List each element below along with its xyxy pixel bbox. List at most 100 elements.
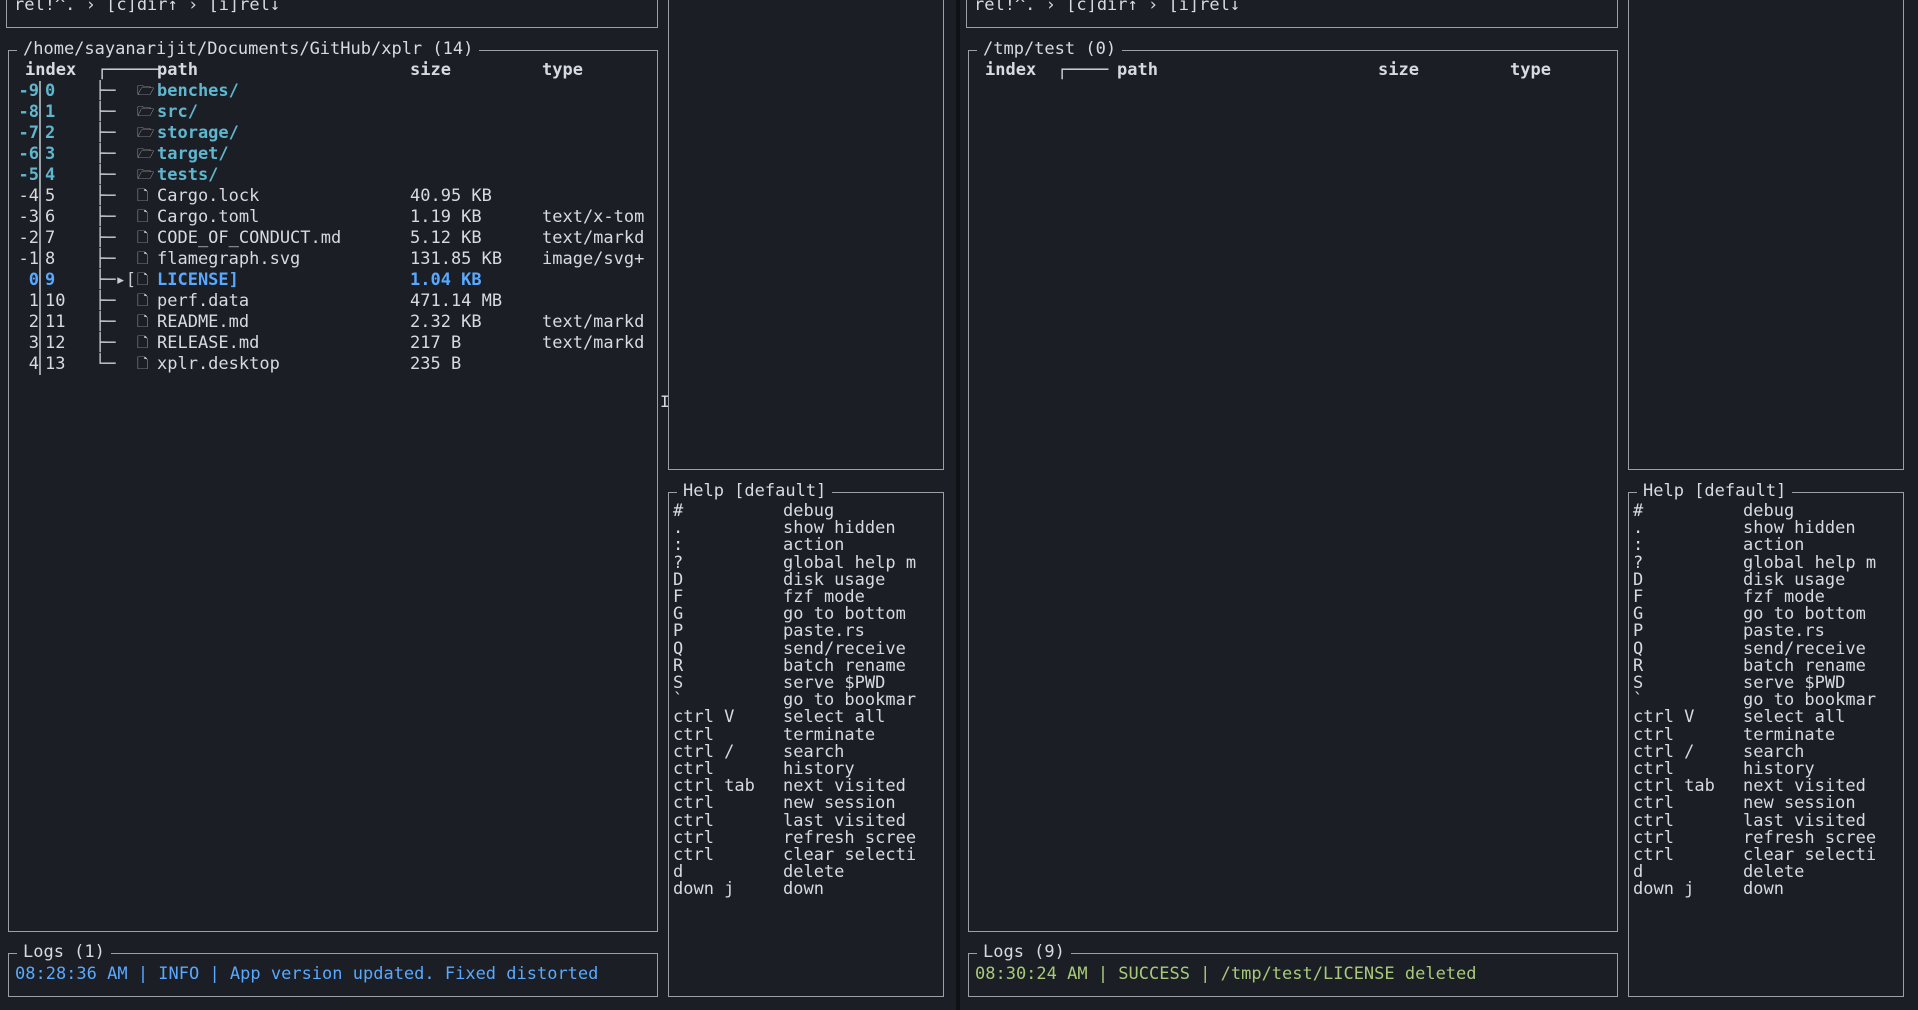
col-type: type [1510, 60, 1551, 80]
row-path: perf.data [157, 291, 250, 311]
log-line: 08:30:24 AM | SUCCESS | /tmp/test/LICENS… [975, 964, 1477, 984]
row-tree-branch: ├─ [95, 102, 116, 122]
table-title: /home/sayanarijit/Documents/GitHub/xplr … [17, 39, 480, 60]
index-separator [39, 102, 41, 123]
row-tree-branch: ├─ [95, 186, 116, 206]
index-separator [39, 270, 41, 291]
file-icon: 🗋 [137, 230, 149, 246]
file-icon: 🗋 [137, 356, 149, 372]
left-pane: rel!^. › [c]dir↑ › [i]rel↓ /home/sayanar… [0, 0, 958, 1010]
row-path: storage/ [157, 123, 239, 143]
help-box: Help [default] # debug. show hidden: action… [668, 481, 944, 997]
row-rel-index: -1 [18, 249, 39, 269]
row-rel-index: 2 [28, 312, 39, 332]
table-row[interactable]: -4 5 ├─ 🗋 Cargo.lock 40.95 KB [7, 186, 647, 207]
row-tree-branch: ├─ [95, 123, 116, 143]
file-icon: 🗋 [137, 272, 149, 288]
table-row[interactable]: -9 0 ├─ 🗁 benches/ [7, 81, 647, 102]
index-separator [39, 186, 41, 207]
row-index: 3 [45, 144, 56, 164]
table-row[interactable]: 4 13 └─ 🗋 xplr.desktop 235 B [7, 354, 647, 375]
file-list: -9 0 ├─ 🗁 benches/-8 1 ├─ 🗁 src/-7 2 ├─ 🗁 storage/-6… [7, 81, 655, 921]
col-size: size [410, 60, 451, 80]
row-rel-index: -2 [18, 228, 39, 248]
index-separator [39, 312, 41, 333]
breadcrumb-box: rel!^. › [c]dir↑ › [i]rel↓ [6, 0, 658, 28]
row-type: text/markd [542, 333, 645, 353]
col-size: size [1378, 60, 1419, 80]
row-type: text/markd [542, 228, 645, 248]
row-index: 9 [45, 270, 56, 290]
row-type: text/x-tom [542, 207, 645, 227]
row-size: 471.14 MB [410, 291, 503, 311]
row-rel-index: 4 [28, 354, 39, 374]
folder-icon: 🗁 [137, 83, 155, 99]
row-size: 2.32 KB [410, 312, 482, 332]
row-tree-branch: ├─ [95, 228, 116, 248]
folder-icon: 🗁 [137, 146, 155, 162]
index-separator [39, 123, 41, 144]
row-path: CODE_OF_CONDUCT.md [157, 228, 342, 248]
row-index: 10 [45, 291, 66, 311]
row-path: Cargo.lock [157, 186, 260, 206]
file-table: /home/sayanarijit/Documents/GitHub/xplr … [7, 39, 658, 932]
index-separator [39, 291, 41, 312]
index-separator [39, 144, 41, 165]
row-type: text/markd [542, 312, 645, 332]
row-tree-branch: ├─ [95, 81, 116, 101]
index-separator [39, 81, 41, 102]
row-index: 1 [45, 102, 56, 122]
row-index: 5 [45, 186, 56, 206]
row-index: 7 [45, 228, 56, 248]
help-title: Help [default] [677, 481, 833, 502]
help-key: down j [673, 879, 735, 900]
row-index: 12 [45, 333, 66, 353]
row-tree-branch: ├─ [95, 165, 116, 185]
row-path: Cargo.toml [157, 207, 260, 227]
text-cursor-icon: I [660, 392, 670, 411]
help-action: down [783, 879, 824, 900]
row-rel-index: -7 [18, 123, 39, 143]
table-row[interactable]: -3 6 ├─ 🗋 Cargo.toml 1.19 KB text/x-tom [7, 207, 647, 228]
table-row-selected[interactable]: 0 9 ├─▸[🗋 LICENSE] 1.04 KB [7, 270, 647, 291]
table-row[interactable]: -8 1 ├─ 🗁 src/ [7, 102, 647, 123]
row-index: 6 [45, 207, 56, 227]
help-item: down j down [1633, 879, 1903, 900]
table-row[interactable]: -6 3 ├─ 🗁 target/ [7, 144, 647, 165]
col-type: type [542, 60, 583, 80]
table-row[interactable]: 1 10 ├─ 🗋 perf.data 471.14 MB [7, 291, 647, 312]
row-size: 1.19 KB [410, 207, 482, 227]
col-tree: ┌───── [97, 60, 159, 80]
row-path: tests/ [157, 165, 219, 185]
folder-icon: 🗁 [137, 167, 155, 183]
row-rel-index: -8 [18, 102, 39, 122]
help-action: down [1743, 879, 1784, 900]
help-title: Help [default] [1637, 481, 1793, 502]
row-tree-branch: ├─ [95, 249, 116, 269]
help-item: down j down [673, 879, 943, 900]
row-rel-index: -9 [18, 81, 39, 101]
file-icon: 🗋 [137, 251, 149, 267]
row-tree-branch: ├─ [95, 333, 116, 353]
row-index: 4 [45, 165, 56, 185]
table-row[interactable]: -1 8 ├─ 🗋 flamegraph.svg 131.85 KB image/svg+ [7, 249, 647, 270]
table-row[interactable]: -2 7 ├─ 🗋 CODE_OF_CONDUCT.md 5.12 KB text/mark… [7, 228, 647, 249]
table-row[interactable]: 2 11 ├─ 🗋 README.md 2.32 KB text/markd [7, 312, 647, 333]
logs-box: Logs (9) 08:30:24 AM | SUCCESS | /tmp/te… [968, 942, 1618, 997]
file-icon: 🗋 [137, 314, 149, 330]
log-line: 08:28:36 AM | INFO | App version updated… [15, 964, 599, 984]
file-icon: 🗋 [137, 209, 149, 225]
row-size: 217 B [410, 333, 462, 353]
row-rel-index: -3 [18, 207, 39, 227]
table-row[interactable]: -7 2 ├─ 🗁 storage/ [7, 123, 647, 144]
row-index: 13 [45, 354, 66, 374]
table-row[interactable]: 3 12 ├─ 🗋 RELEASE.md 217 B text/markd [7, 333, 647, 354]
index-separator [39, 165, 41, 186]
row-rel-index: -6 [18, 144, 39, 164]
row-tree-branch: ├─ [95, 144, 116, 164]
folder-icon: 🗁 [137, 104, 155, 120]
row-index: 2 [45, 123, 56, 143]
index-separator [39, 249, 41, 270]
row-index: 11 [45, 312, 66, 332]
table-row[interactable]: -5 4 ├─ 🗁 tests/ [7, 165, 647, 186]
